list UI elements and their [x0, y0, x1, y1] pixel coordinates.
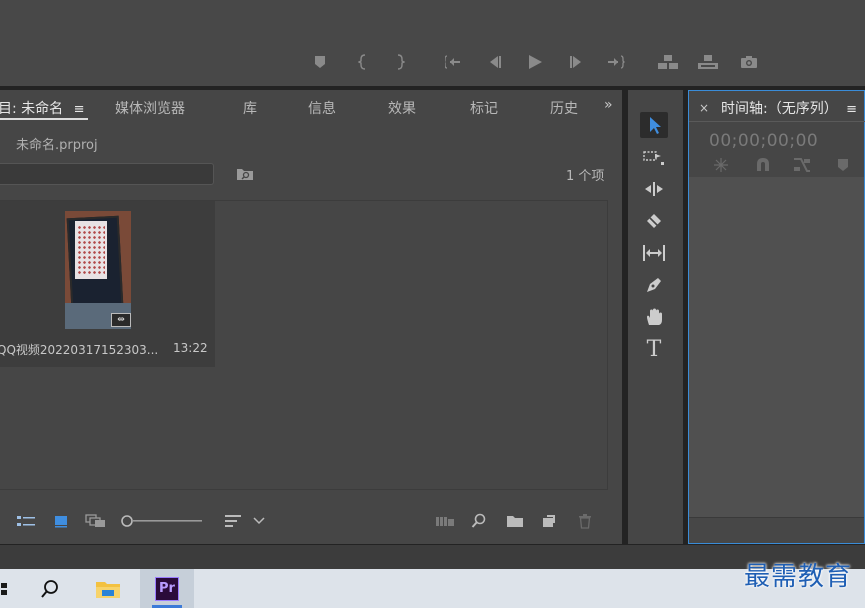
tools-panel: T	[628, 90, 683, 544]
add-marker-icon[interactable]	[837, 157, 849, 177]
list-view-icon[interactable]	[16, 512, 36, 530]
premiere-pro-icon: Pr	[155, 576, 179, 601]
new-bin-icon[interactable]	[505, 512, 525, 530]
chevron-down-icon[interactable]	[252, 512, 266, 530]
automate-to-sequence-icon[interactable]	[434, 512, 456, 530]
start-button[interactable]	[0, 569, 10, 608]
active-tab-underline	[0, 118, 88, 120]
close-icon[interactable]: ×	[699, 101, 709, 115]
track-select-tool-icon[interactable]	[640, 145, 668, 171]
linked-selection-icon[interactable]	[793, 157, 811, 177]
razor-tool-icon[interactable]	[640, 208, 668, 234]
overwrite-icon[interactable]	[696, 52, 720, 72]
go-to-out-icon[interactable]	[606, 52, 626, 72]
timeline-drop-area[interactable]	[689, 177, 864, 517]
export-frame-icon[interactable]	[738, 52, 760, 72]
new-item-icon[interactable]	[540, 512, 558, 530]
status-bar	[0, 545, 865, 569]
find-icon[interactable]	[470, 512, 488, 530]
clip-item[interactable]: ⇹ QQ视频20220317152303... 13:22	[0, 201, 215, 367]
item-count: 1 个项	[566, 169, 605, 184]
timeline-title[interactable]: 时间轴:（无序列） ≡	[721, 98, 857, 118]
tab-project[interactable]: 目: 未命名 ≡	[0, 98, 85, 118]
file-explorer-icon[interactable]	[88, 569, 128, 608]
tab-libraries[interactable]: 库	[243, 98, 257, 118]
project-panel-tabs: 目: 未命名 ≡ 媒体浏览器 库 信息 效果 标记 历史 »	[0, 90, 622, 122]
hand-tool-icon[interactable]	[640, 304, 668, 330]
clear-trash-icon[interactable]	[576, 512, 594, 530]
timecode-display[interactable]: 00;00;00;00	[709, 131, 818, 151]
timeline-tab-underline	[689, 121, 865, 122]
mark-in-icon[interactable]	[353, 52, 373, 72]
play-icon[interactable]	[525, 52, 545, 72]
premiere-pro-taskbar-button[interactable]: Pr	[140, 569, 194, 608]
zoom-slider[interactable]	[120, 512, 204, 530]
taskbar: Pr	[0, 569, 865, 608]
nest-insert-icon[interactable]	[713, 157, 729, 177]
clip-duration: 13:22	[173, 341, 208, 355]
tab-info[interactable]: 信息	[308, 98, 336, 118]
slip-tool-icon[interactable]	[640, 240, 668, 266]
tab-project-label: 目: 未命名	[0, 101, 64, 117]
hamburger-menu-icon[interactable]: ≡	[74, 102, 85, 117]
clip-thumbnail[interactable]	[65, 211, 131, 329]
timeline-title-label: 时间轴:（无序列）	[721, 101, 838, 117]
timeline-toolbar	[689, 155, 865, 177]
insert-icon[interactable]	[656, 52, 680, 72]
clip-name: QQ视频20220317152303...	[0, 343, 159, 357]
search-icon[interactable]	[32, 569, 68, 608]
project-panel: 目: 未命名 ≡ 媒体浏览器 库 信息 效果 标记 历史 » 未命名.prpro…	[0, 90, 622, 544]
icon-view-icon[interactable]	[52, 512, 70, 530]
project-items-grid: ⇹ QQ视频20220317152303... 13:22	[0, 200, 608, 490]
timeline-scrollbar[interactable]	[689, 517, 864, 543]
step-back-icon[interactable]	[484, 52, 504, 72]
mark-out-icon[interactable]	[390, 52, 410, 72]
pen-tool-icon[interactable]	[640, 272, 668, 298]
freeform-view-icon[interactable]	[84, 512, 108, 530]
tabs-overflow-icon[interactable]: »	[604, 97, 613, 113]
project-panel-footer	[0, 508, 622, 534]
new-bin-from-search-icon[interactable]	[236, 166, 254, 182]
tab-markers[interactable]: 标记	[470, 98, 498, 118]
selection-tool-icon[interactable]	[640, 112, 668, 138]
snap-icon[interactable]	[755, 157, 771, 177]
step-forward-icon[interactable]	[567, 52, 587, 72]
tab-history[interactable]: 历史	[550, 98, 580, 118]
project-file-name: 未命名.prproj	[16, 138, 98, 153]
tab-effects[interactable]: 效果	[388, 98, 416, 118]
tab-media-browser[interactable]: 媒体浏览器	[115, 98, 185, 118]
add-marker-icon[interactable]	[310, 52, 330, 72]
sort-icons-icon[interactable]	[222, 512, 244, 530]
ripple-edit-tool-icon[interactable]	[640, 176, 668, 202]
search-input[interactable]	[0, 163, 214, 185]
audio-video-badge-icon: ⇹	[111, 313, 131, 327]
timeline-panel: × 时间轴:（无序列） ≡ 00;00;00;00	[688, 90, 865, 544]
watermark-text: 最需教育	[744, 562, 853, 592]
hamburger-menu-icon[interactable]: ≡	[846, 102, 857, 117]
go-to-in-icon[interactable]	[444, 52, 464, 72]
type-tool-icon[interactable]: T	[640, 336, 668, 362]
program-monitor	[0, 0, 865, 86]
